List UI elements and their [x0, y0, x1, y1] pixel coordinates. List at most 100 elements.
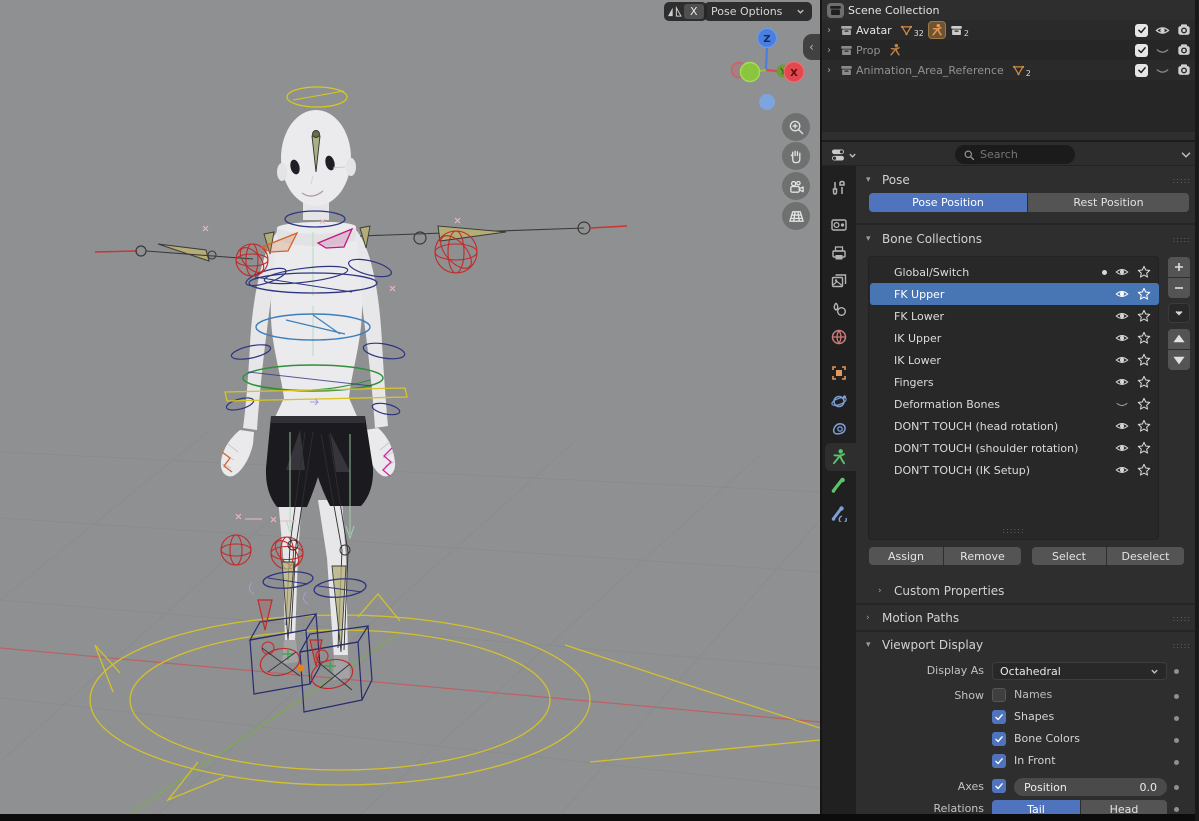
remove-collection-button[interactable]	[1168, 278, 1190, 298]
panel-grip[interactable]: :::::	[1173, 176, 1191, 185]
list-item[interactable]: DON'T TOUCH (head rotation)	[870, 415, 1159, 437]
in-front-checkbox[interactable]	[992, 754, 1006, 768]
tab-object-constraints[interactable]	[827, 417, 851, 441]
outliner-row-avatar[interactable]: › Avatar 32 2	[822, 20, 1199, 40]
axes-checkbox[interactable]	[992, 779, 1006, 793]
tab-output[interactable]	[827, 241, 851, 265]
editor-type-button[interactable]	[830, 146, 860, 164]
mirror-x-toggle[interactable]: X	[684, 4, 704, 19]
selectability-checkbox[interactable]	[1135, 44, 1148, 57]
gizmo-y-ball[interactable]	[741, 63, 760, 82]
relations-tail-button[interactable]: Tail	[992, 800, 1080, 815]
relations-head-button[interactable]: Head	[1081, 800, 1167, 815]
list-item[interactable]: DON'T TOUCH (IK Setup)	[870, 459, 1159, 481]
visibility-eye-icon[interactable]	[1115, 441, 1129, 455]
pose-position-button[interactable]: Pose Position	[869, 193, 1027, 212]
visibility-eye-icon[interactable]	[1115, 287, 1129, 301]
hide-viewport-eye-icon[interactable]	[1155, 63, 1170, 78]
decorator-dot[interactable]	[1174, 716, 1179, 721]
decorator-dot[interactable]	[1174, 760, 1179, 765]
tab-render[interactable]	[827, 213, 851, 237]
move-down-button[interactable]	[1168, 350, 1190, 370]
panel-grip[interactable]: :::::	[1173, 641, 1191, 650]
panel-header-pose[interactable]: ▾ Pose :::::	[856, 169, 1199, 191]
solo-star-icon[interactable]	[1137, 331, 1151, 345]
list-item[interactable]: Deformation Bones	[870, 393, 1159, 415]
solo-star-icon[interactable]	[1137, 419, 1151, 433]
decorator-dot[interactable]	[1174, 669, 1179, 674]
disable-render-camera-icon[interactable]	[1177, 43, 1191, 57]
hide-viewport-eye-icon[interactable]	[1155, 43, 1170, 58]
shapes-checkbox[interactable]	[992, 710, 1006, 724]
solo-star-icon[interactable]	[1137, 265, 1151, 279]
hide-viewport-eye-icon[interactable]	[1155, 23, 1170, 38]
outliner-row-prop[interactable]: › Prop	[822, 40, 1199, 60]
panel-header-custom-properties[interactable]: › Custom Properties	[856, 580, 1199, 602]
tab-scene[interactable]	[827, 297, 851, 321]
rest-position-button[interactable]: Rest Position	[1028, 193, 1189, 212]
disable-render-camera-icon[interactable]	[1177, 23, 1191, 37]
list-item[interactable]: IK Lower	[870, 349, 1159, 371]
solo-star-icon[interactable]	[1137, 353, 1151, 367]
bone-colors-checkbox[interactable]	[992, 732, 1006, 746]
tab-world[interactable]	[827, 325, 851, 349]
decorator-dot[interactable]	[1174, 738, 1179, 743]
gizmo-neg-z-ball[interactable]	[759, 94, 775, 110]
visibility-eye-icon[interactable]	[1115, 419, 1129, 433]
tab-physics[interactable]	[827, 389, 851, 413]
viewport-canvas[interactable]	[0, 0, 820, 815]
visibility-eye-icon[interactable]	[1115, 331, 1129, 345]
list-item[interactable]: FK Lower	[870, 305, 1159, 327]
list-item[interactable]: IK Upper	[870, 327, 1159, 349]
panel-header-viewport-display[interactable]: ▾ Viewport Display :::::	[856, 634, 1199, 656]
panel-grip[interactable]: :::::	[1173, 614, 1191, 623]
x-axis-mirror-icon[interactable]	[667, 5, 682, 18]
search-input[interactable]	[980, 148, 1060, 161]
disable-render-camera-icon[interactable]	[1177, 63, 1191, 77]
outliner-row-scene-collection[interactable]: Scene Collection	[822, 0, 1199, 20]
selectability-checkbox[interactable]	[1135, 24, 1148, 37]
tab-view-layer[interactable]	[827, 269, 851, 293]
visibility-eye-icon[interactable]	[1115, 397, 1129, 411]
pose-options-dropdown[interactable]: Pose Options	[704, 2, 812, 21]
visibility-eye-icon[interactable]	[1115, 353, 1129, 367]
collection-specials-menu-button[interactable]	[1168, 303, 1190, 323]
solo-star-icon[interactable]	[1137, 463, 1151, 477]
list-item[interactable]: Global/Switch	[870, 261, 1159, 283]
tab-object-data-armature[interactable]	[827, 445, 851, 469]
visibility-eye-icon[interactable]	[1115, 463, 1129, 477]
select-button[interactable]: Select	[1032, 547, 1106, 565]
solo-star-icon[interactable]	[1137, 441, 1151, 455]
header-options-button[interactable]	[1179, 147, 1193, 166]
orthographic-toggle-button[interactable]	[782, 202, 810, 230]
deselect-button[interactable]: Deselect	[1107, 547, 1184, 565]
display-as-dropdown[interactable]: Octahedral	[992, 662, 1167, 680]
visibility-eye-icon[interactable]	[1115, 309, 1129, 323]
decorator-dot[interactable]	[1174, 694, 1179, 699]
visibility-eye-icon[interactable]	[1115, 375, 1129, 389]
selectability-checkbox[interactable]	[1135, 64, 1148, 77]
expand-arrow-icon[interactable]: ›	[822, 25, 836, 36]
expand-arrow-icon[interactable]: ›	[822, 65, 836, 76]
solo-star-icon[interactable]	[1137, 309, 1151, 323]
decorator-dot[interactable]	[1174, 807, 1179, 812]
panel-header-motion-paths[interactable]: › Motion Paths :::::	[856, 607, 1199, 629]
zoom-button[interactable]	[782, 113, 810, 141]
add-collection-button[interactable]	[1168, 257, 1190, 277]
solo-star-icon[interactable]	[1137, 397, 1151, 411]
orientation-gizmo[interactable]: Y Z X	[725, 25, 815, 115]
properties-search[interactable]	[955, 145, 1075, 164]
list-resize-grip[interactable]: ::::::	[1002, 526, 1024, 535]
assign-button[interactable]: Assign	[869, 547, 943, 565]
expand-arrow-icon[interactable]: ›	[822, 45, 836, 56]
tab-bone[interactable]	[827, 473, 851, 497]
panel-header-bone-collections[interactable]: ▾ Bone Collections :::::	[856, 228, 1199, 250]
decorator-dot[interactable]	[1174, 785, 1179, 790]
list-item[interactable]: Fingers	[870, 371, 1159, 393]
solo-star-icon[interactable]	[1137, 287, 1151, 301]
list-item[interactable]: DON'T TOUCH (shoulder rotation)	[870, 437, 1159, 459]
outliner-row-animation-area-reference[interactable]: › Animation_Area_Reference 2	[822, 60, 1199, 80]
move-up-button[interactable]	[1168, 329, 1190, 349]
viewport-3d[interactable]: X Pose Options ‹ Y Z X	[0, 0, 820, 815]
tab-object[interactable]	[827, 361, 851, 385]
